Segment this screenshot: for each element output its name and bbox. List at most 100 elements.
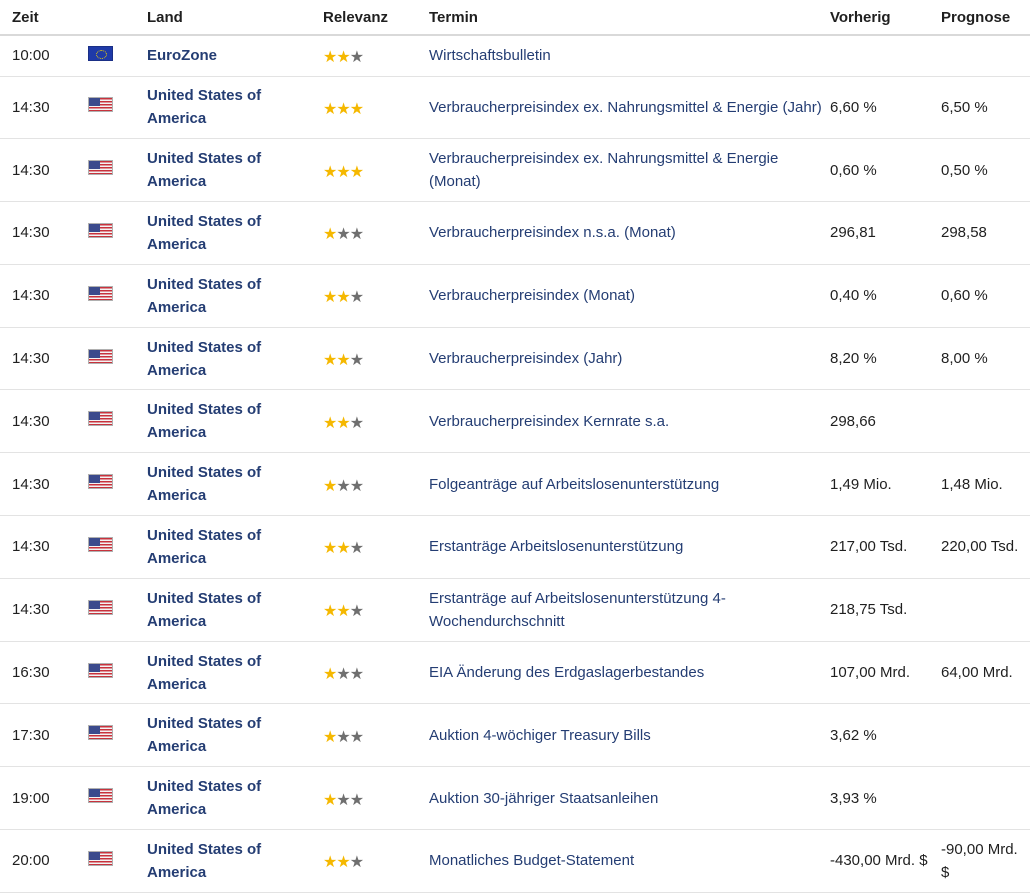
- event-link[interactable]: Erstanträge auf Arbeitslosenunterstützun…: [429, 590, 726, 630]
- cell-zeit: 17:30: [0, 703, 74, 768]
- cell-flag: [74, 327, 147, 391]
- relevance-stars: ★★★: [323, 163, 364, 181]
- event-link[interactable]: Wirtschaftsbulletin: [429, 47, 551, 64]
- star-filled-icon: ★: [336, 414, 350, 432]
- star-filled-icon: ★: [336, 540, 350, 558]
- cell-flag: [74, 264, 147, 328]
- cell-land: United States of America: [147, 138, 323, 203]
- event-link[interactable]: Folgeanträge auf Arbeitslosenunterstützu…: [429, 476, 719, 493]
- event-link[interactable]: Erstanträge Arbeitslosenunterstützung: [429, 538, 683, 555]
- cell-land: United States of America: [147, 201, 323, 265]
- relevance-stars: ★★★: [323, 667, 364, 683]
- country-link[interactable]: United States of America: [147, 87, 261, 127]
- star-filled-icon: ★: [323, 414, 337, 432]
- cell-flag: [74, 766, 147, 831]
- star-empty-icon: ★: [349, 540, 364, 558]
- cell-land: United States of America: [147, 515, 323, 579]
- relevance-stars: ★★★: [323, 728, 364, 746]
- star-filled-icon: ★: [336, 163, 350, 181]
- relevance-stars: ★★★: [323, 540, 364, 558]
- country-link[interactable]: United States of America: [147, 401, 261, 441]
- us-flag-icon: [88, 599, 113, 615]
- cell-zeit: 14:30: [0, 452, 74, 517]
- country-link[interactable]: United States of America: [147, 778, 261, 818]
- header-zeit[interactable]: Zeit: [0, 0, 74, 36]
- cell-relevanz: ★★★: [323, 766, 429, 831]
- us-flag-icon: [88, 725, 113, 741]
- country-link[interactable]: United States of America: [147, 590, 261, 630]
- cell-zeit: 14:30: [0, 578, 74, 642]
- cell-termin: EIA Änderung des Erdgaslagerbestandes: [429, 641, 830, 705]
- star-filled-icon: ★: [336, 289, 350, 307]
- country-link[interactable]: United States of America: [147, 339, 261, 379]
- star-filled-icon: ★: [323, 477, 337, 495]
- cell-land: United States of America: [147, 76, 323, 140]
- star-empty-icon: ★: [336, 791, 350, 809]
- event-link[interactable]: Auktion 4-wöchiger Treasury Bills: [429, 727, 651, 744]
- header-relevanz[interactable]: Relevanz: [323, 0, 429, 36]
- header-termin[interactable]: Termin: [429, 0, 830, 36]
- header-land[interactable]: Land: [147, 0, 323, 36]
- country-link[interactable]: EuroZone: [147, 47, 217, 64]
- header-prognose[interactable]: Prognose: [941, 0, 1030, 36]
- table-row: 14:30 United States of America ★★★ Verbrauc…: [0, 264, 1030, 328]
- cell-termin: Verbraucherpreisindex (Jahr): [429, 327, 830, 391]
- cell-vorherig: 0,40 %: [830, 264, 941, 328]
- cell-zeit: 19:00: [0, 766, 74, 831]
- star-empty-icon: ★: [336, 728, 350, 746]
- star-filled-icon: ★: [323, 603, 337, 621]
- cell-termin: Erstanträge Arbeitslosenunterstützung: [429, 515, 830, 579]
- cell-termin: Verbraucherpreisindex ex. Nahrungsmittel…: [429, 138, 830, 203]
- event-link[interactable]: Verbraucherpreisindex (Jahr): [429, 350, 622, 367]
- country-link[interactable]: United States of America: [147, 841, 261, 881]
- event-link[interactable]: Verbraucherpreisindex ex. Nahrungsmittel…: [429, 150, 778, 190]
- cell-flag: [74, 703, 147, 768]
- country-link[interactable]: United States of America: [147, 464, 261, 504]
- star-filled-icon: ★: [323, 352, 337, 370]
- header-vorherig[interactable]: Vorherig: [830, 0, 941, 36]
- us-flag-icon: [88, 537, 113, 552]
- cell-land: United States of America: [147, 327, 323, 391]
- us-flag-icon: [88, 850, 113, 866]
- cell-relevanz: ★★★: [323, 389, 429, 454]
- cell-land: United States of America: [147, 578, 323, 642]
- cell-prognose: 6,50 %: [941, 76, 1030, 140]
- cell-vorherig: 0,60 %: [830, 138, 941, 203]
- economic-calendar-table: Zeit Land Relevanz Termin Vorherig Progn…: [0, 0, 1030, 893]
- event-link[interactable]: EIA Änderung des Erdgaslagerbestandes: [429, 664, 704, 681]
- cell-land: United States of America: [147, 766, 323, 831]
- event-link[interactable]: Verbraucherpreisindex n.s.a. (Monat): [429, 224, 676, 241]
- cell-flag: [74, 829, 147, 893]
- star-filled-icon: ★: [323, 854, 337, 872]
- star-filled-icon: ★: [349, 163, 364, 181]
- cell-land: United States of America: [147, 264, 323, 328]
- event-link[interactable]: Auktion 30-jähriger Staatsanleihen: [429, 790, 658, 807]
- cell-prognose: [941, 578, 1030, 642]
- country-link[interactable]: United States of America: [147, 213, 261, 253]
- country-link[interactable]: United States of America: [147, 715, 261, 755]
- cell-prognose: [941, 35, 1030, 77]
- star-filled-icon: ★: [323, 163, 337, 181]
- country-link[interactable]: United States of America: [147, 276, 261, 316]
- event-link[interactable]: Verbraucherpreisindex ex. Nahrungsmittel…: [429, 99, 822, 116]
- star-empty-icon: ★: [349, 289, 364, 307]
- star-empty-icon: ★: [349, 854, 364, 872]
- country-link[interactable]: United States of America: [147, 150, 261, 190]
- cell-prognose: 8,00 %: [941, 327, 1030, 391]
- country-link[interactable]: United States of America: [147, 527, 261, 567]
- header-flag: [74, 0, 147, 36]
- country-link[interactable]: United States of America: [147, 653, 261, 693]
- star-filled-icon: ★: [323, 728, 337, 746]
- cell-vorherig: 3,62 %: [830, 703, 941, 768]
- event-link[interactable]: Monatliches Budget-Statement: [429, 852, 634, 869]
- relevance-stars: ★★★: [323, 101, 364, 118]
- us-flag-icon: [88, 348, 113, 364]
- event-link[interactable]: Verbraucherpreisindex (Monat): [429, 287, 635, 304]
- cell-prognose: [941, 389, 1030, 454]
- event-link[interactable]: Verbraucherpreisindex Kernrate s.a.: [429, 413, 669, 430]
- us-flag-icon: [88, 662, 113, 678]
- star-empty-icon: ★: [336, 477, 350, 495]
- relevance-stars: ★★★: [323, 854, 364, 872]
- cell-prognose: [941, 703, 1030, 768]
- cell-relevanz: ★★★: [323, 35, 429, 77]
